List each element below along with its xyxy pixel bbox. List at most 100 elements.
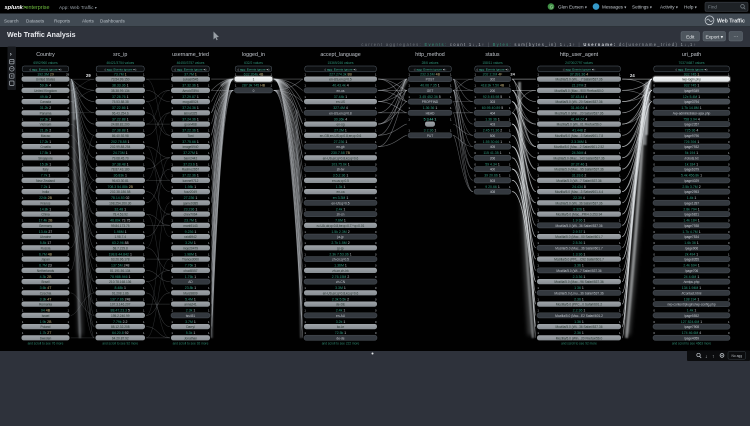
svg-text:37.391.36 4: 37.391.36 4: [570, 72, 589, 76]
svg-text:Netherlands: Netherlands: [37, 269, 55, 273]
svg-text:1.36M 1: 1.36M 1: [334, 264, 347, 268]
svg-text:27.38.88 1: 27.38.88 1: [112, 129, 129, 133]
svg-text:287.9k 745 HB: 287.9k 745 HB: [242, 84, 266, 88]
svg-text:2.3k 7.53.36 1: 2.3k 7.53.36 1: [329, 252, 351, 256]
svg-text:and scroll to see 92 more: and scroll to see 92 more: [173, 341, 209, 345]
svg-text:0: 0: [253, 89, 255, 93]
svg-text:ko-kr: ko-kr: [337, 325, 345, 329]
svg-text:302: 302: [490, 78, 496, 82]
svg-text:/wp-administrator-ajax.php: /wp-administrator-ajax.php: [673, 111, 711, 115]
svg-text:232.3.6M 4B: 232.3.6M 4B: [420, 72, 441, 76]
svg-text:/page5552: /page5552: [684, 314, 699, 318]
svg-text:12x 5.4M 1: 12x 5.4M 1: [683, 95, 700, 99]
svg-text:Settings ▾: Settings ▾: [632, 5, 652, 10]
svg-text:127 824.6M 1: 127 824.6M 1: [681, 320, 702, 324]
svg-text:158/11 values: 158/11 values: [482, 61, 503, 65]
svg-text:5.4k 456.8k 1: 5.4k 456.8k 1: [681, 174, 702, 178]
svg-text:37.29.87 1: 37.29.87 1: [182, 95, 199, 99]
svg-text:17.5k 1: 17.5k 1: [40, 151, 52, 155]
svg-text:Ukraine: Ukraine: [40, 235, 51, 239]
svg-text:202.78.88 1: 202.78.88 1: [111, 140, 130, 144]
svg-text:6.7M 23: 6.7M 23: [39, 264, 52, 268]
svg-text:63.2.96 88: 63.2.96 88: [112, 241, 129, 245]
svg-text:en-sg: en-sg: [337, 123, 345, 127]
svg-text:Find: Find: [708, 5, 717, 10]
svg-text:accept_language: accept_language: [320, 52, 360, 58]
svg-text:15369/246 values: 15369/246 values: [327, 61, 353, 65]
svg-text:78.87.43.180: 78.87.43.180: [111, 168, 130, 172]
svg-text:Country: Country: [36, 52, 55, 58]
svg-text:/page6821: /page6821: [684, 213, 699, 217]
svg-text:uri_path: uri_path: [682, 52, 701, 58]
svg-text:Alerts: Alerts: [82, 18, 94, 23]
svg-text:/smtpu.php: /smtpu.php: [684, 280, 700, 284]
svg-text:75.53.88.38: 75.53.88.38: [112, 100, 129, 104]
svg-text:Canada: Canada: [40, 100, 51, 104]
svg-text:anna241: anna241: [184, 303, 197, 307]
svg-text:29: 29: [86, 73, 91, 78]
svg-text:78.14.53 02: 78.14.53 02: [111, 196, 130, 200]
svg-text:23.7M 1: 23.7M 1: [184, 219, 197, 223]
svg-text:zh-CN: zh-CN: [336, 280, 346, 284]
svg-text:17.2k 1: 17.2k 1: [40, 140, 52, 144]
svg-text:src_ip: src_ip: [113, 52, 127, 58]
svg-text:1.7k 14.8M 1: 1.7k 14.8M 1: [681, 106, 701, 110]
svg-text:en-GB,en-US;q=0.8,en;q=0.6: en-GB,en-US;q=0.8,en;q=0.6: [320, 134, 362, 138]
svg-text:37.22.36 1: 37.22.36 1: [182, 174, 199, 178]
svg-text:13.4k 27: 13.4k 27: [39, 230, 52, 234]
svg-text:64.20.8 92: 64.20.8 92: [112, 331, 129, 335]
svg-text:31.33.6 2: 31.33.6 2: [572, 174, 587, 178]
svg-text:Arnold7894: Arnold7894: [182, 89, 199, 93]
svg-text:227.274.3k 8B: 227.274.3k 8B: [329, 72, 352, 76]
svg-text:17.4k 2B: 17.4k 2B: [39, 219, 53, 223]
svg-text:1.76k 1: 1.76k 1: [185, 275, 197, 279]
svg-text:and scroll to see 92 more: and scroll to see 92 more: [561, 341, 597, 345]
svg-text:1k 184 1: 1k 184 1: [685, 162, 698, 166]
svg-text:24 4.6M 1: 24 4.6M 1: [684, 275, 700, 279]
svg-text:de-de: de-de: [336, 336, 344, 340]
svg-text:134 1.94M 1: 134 1.94M 1: [682, 286, 702, 290]
svg-text:/page7908: /page7908: [684, 325, 699, 329]
svg-text:‹| agg: Events ignore ▾|›: ‹| agg: Events ignore ▾|›: [563, 67, 596, 71]
svg-text:chud5557: chud5557: [183, 269, 197, 273]
svg-text:137.5M 248: 137.5M 248: [111, 264, 130, 268]
svg-text:46.89k 73.75: 46.89k 73.75: [110, 219, 130, 223]
svg-text:192.3M 29: 192.3M 29: [37, 72, 54, 76]
svg-text:/wp-login.php: /wp-login.php: [682, 78, 701, 82]
svg-text:Brazil: Brazil: [42, 280, 50, 284]
svg-text:en-US;q=0.5: en-US;q=0.5: [332, 201, 350, 205]
svg-text:Dashboards: Dashboards: [100, 18, 125, 23]
svg-text:en-US: en-US: [336, 100, 345, 104]
svg-text:1.6k 36 1: 1.6k 36 1: [684, 241, 698, 245]
svg-text:37.22.88 1: 37.22.88 1: [112, 117, 129, 121]
svg-text:38.38.99.134: 38.38.99.134: [111, 89, 130, 93]
svg-text:39 20.66 1: 39 20.66 1: [484, 174, 501, 178]
svg-text:1.98.7.4: 1.98.7.4: [114, 235, 126, 239]
svg-text:202.99.88.254: 202.99.88.254: [110, 145, 131, 149]
svg-text:327.4M 4: 327.4M 4: [333, 106, 348, 110]
svg-text:137.7.86 248: 137.7.86 248: [110, 297, 131, 301]
svg-text:/page9349: /page9349: [684, 89, 699, 93]
svg-text:37.22.66 1: 37.22.66 1: [112, 106, 129, 110]
svg-text:24.434 8: 24.434 8: [572, 185, 586, 189]
svg-text:Web Traffic Analysis: Web Traffic Analysis: [7, 32, 76, 39]
svg-text:labrat325: labrat325: [184, 111, 198, 115]
svg-text:60.95 40.89 5: 60.95 40.89 5: [482, 106, 503, 110]
svg-text:3.2M 1: 3.2M 1: [185, 241, 196, 245]
svg-text:28/6 values: 28/6 values: [422, 61, 439, 65]
svg-text:GET: GET: [427, 89, 434, 93]
svg-text:1: 1: [253, 78, 255, 82]
svg-text:en-US,en;q=0.5: en-US,en;q=0.5: [329, 78, 352, 82]
svg-text:Mozilla/5.0 (Win...20 Safari/5: Mozilla/5.0 (Win...20 Safari/537.36: [555, 111, 604, 115]
svg-text:Edit: Edit: [686, 34, 695, 40]
svg-text:503: 503: [490, 179, 496, 183]
svg-text:‹| agg: Events ignore ▾|›: ‹| agg: Events ignore ▾|›: [174, 67, 207, 71]
svg-text:1.4k 1: 1.4k 1: [687, 309, 697, 313]
svg-text:37.27M 1: 37.27M 1: [183, 151, 198, 155]
svg-text:Mozilla/5.0 (Mac...00 Safari/6: Mozilla/5.0 (Mac...00 Safari/601.7: [555, 235, 603, 239]
svg-text:Sweden: Sweden: [40, 336, 52, 340]
svg-text:/page7534: /page7534: [684, 235, 699, 239]
svg-text:64.20.87.92: 64.20.87.92: [112, 336, 129, 340]
svg-text:195.2.240.99: 195.2.240.99: [111, 314, 130, 318]
svg-text:15.3k 1: 15.3k 1: [40, 162, 52, 166]
